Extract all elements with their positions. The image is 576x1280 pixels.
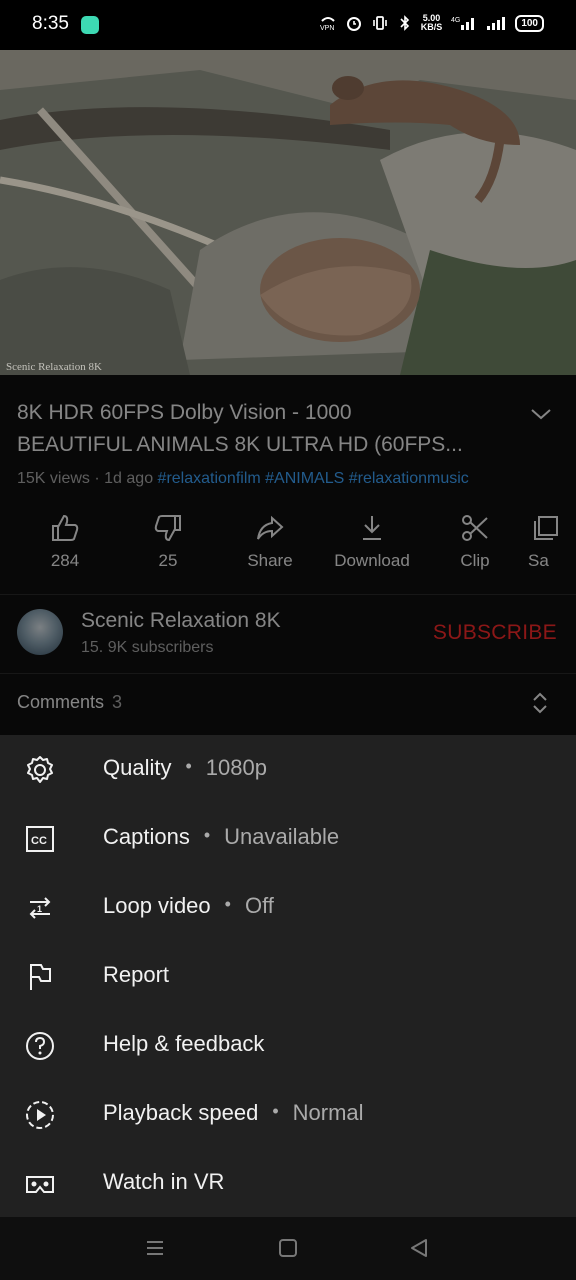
svg-text:1: 1 <box>37 904 42 914</box>
gear-icon <box>27 756 53 783</box>
svg-text:CC: CC <box>31 835 47 847</box>
save-playlist-icon <box>534 516 558 540</box>
help-icon <box>26 1032 54 1060</box>
video-meta: 15K views · 1d ago #relaxationfilm #ANIM… <box>17 470 469 488</box>
divider <box>0 673 576 674</box>
comments-header[interactable]: Comments 3 <box>17 692 122 713</box>
action-bar: 284 25 Share Download Clip Sa <box>0 513 576 583</box>
share-label: Share <box>247 551 293 570</box>
meta-separator: · <box>94 470 105 487</box>
vpn-icon: VPN <box>320 17 335 31</box>
subscriber-count: 15. 9K subscribers <box>81 639 214 656</box>
video-title-line2: BEAUTIFUL ANIMALS 8K ULTRA HD (60FPS... <box>17 433 463 456</box>
save-label: Sa <box>528 551 549 570</box>
view-count: 15K views <box>17 470 90 487</box>
share-icon <box>257 515 284 540</box>
speed-label: Playback speed <box>103 1100 259 1125</box>
status-time: 8:35 <box>32 13 69 34</box>
download-button[interactable]: Download <box>322 513 422 571</box>
comments-label: Comments <box>17 692 105 712</box>
quality-label: Quality <box>103 755 172 780</box>
home-icon[interactable] <box>278 1238 298 1258</box>
video-details: 8K HDR 60FPS Dolby Vision - 1000 BEAUTIF… <box>0 375 576 735</box>
channel-avatar[interactable] <box>17 609 63 655</box>
separator-dot: • <box>272 1101 279 1121</box>
back-icon[interactable] <box>409 1238 429 1258</box>
svg-text:4G: 4G <box>451 17 460 24</box>
chevron-down-icon[interactable] <box>530 407 552 421</box>
menu-label-quality: Quality • 1080p <box>103 755 267 781</box>
flag-icon <box>30 964 51 990</box>
menu-label-help: Help & feedback <box>103 1031 265 1056</box>
status-icons: VPN 5.00 KB/S 4G 100 <box>319 14 544 32</box>
clip-label: Clip <box>460 551 490 570</box>
speed-value: Normal <box>292 1100 364 1125</box>
loop-icon: 1 <box>29 897 51 919</box>
menu-label-loop: Loop video • Off <box>103 893 274 919</box>
loop-value: Off <box>244 893 274 918</box>
menu-icon[interactable] <box>145 1238 165 1258</box>
video-player[interactable]: Scenic Relaxation 8K <box>0 50 576 375</box>
quality-value: 1080p <box>205 755 267 780</box>
separator-dot: • <box>203 825 211 845</box>
playback-speed-icon <box>26 1101 54 1129</box>
video-watermark: Scenic Relaxation 8K <box>6 361 102 373</box>
system-nav-bar <box>0 1217 576 1280</box>
signal-4g-icon: 4G <box>451 17 475 30</box>
closed-captions-icon: CC <box>26 826 54 852</box>
menu-item-captions[interactable]: CC Captions • Unavailable <box>0 804 576 873</box>
dislike-count: 25 <box>158 551 178 570</box>
upload-age: 1d ago <box>104 470 154 487</box>
video-options-sheet: Quality • 1080p CC Captions • Unavailable 1 … <box>0 735 576 1217</box>
menu-item-report[interactable]: Report <box>0 942 576 1011</box>
alarm-icon <box>346 17 361 31</box>
battery-indicator: 100 <box>515 14 544 32</box>
subscribe-button[interactable]: SUBSCRIBE <box>433 621 557 645</box>
dislike-button[interactable]: 25 <box>118 513 218 571</box>
vr-headset-icon <box>26 1176 54 1193</box>
loop-label: Loop video <box>103 893 211 918</box>
download-label: Download <box>334 551 410 570</box>
menu-item-vr[interactable]: Watch in VR <box>0 1149 576 1218</box>
menu-label-captions: Captions • Unavailable <box>103 824 339 850</box>
menu-item-quality[interactable]: Quality • 1080p <box>0 735 576 804</box>
like-button[interactable]: 284 <box>15 513 115 571</box>
clip-button[interactable]: Clip <box>425 513 525 571</box>
captions-value: Unavailable <box>224 824 340 849</box>
bluetooth-icon <box>400 15 409 31</box>
menu-label-report: Report <box>103 962 170 987</box>
signal-icon <box>487 17 506 30</box>
channel-name[interactable]: Scenic Relaxation 8K <box>81 609 281 633</box>
share-button[interactable]: Share <box>220 513 320 571</box>
video-title-line1: 8K HDR 60FPS Dolby Vision - 1000 <box>17 401 352 424</box>
network-speed: 5.00 KB/S <box>421 14 443 32</box>
thumbs-up-icon <box>52 514 79 541</box>
video-frame-image <box>0 50 576 375</box>
menu-item-loop[interactable]: 1 Loop video • Off <box>0 873 576 942</box>
like-count: 284 <box>50 551 80 570</box>
menu-label-vr: Watch in VR <box>103 1169 225 1194</box>
svg-text:VPN: VPN <box>320 25 334 31</box>
divider <box>0 594 576 595</box>
vibrate-icon <box>372 16 387 30</box>
menu-item-help[interactable]: Help & feedback <box>0 1011 576 1080</box>
expand-collapse-icon[interactable] <box>532 692 548 714</box>
network-speed-unit: KB/S <box>420 22 443 32</box>
menu-label-playback-speed: Playback speed • Normal <box>103 1100 364 1126</box>
status-bar: 8:35 VPN 5.00 KB/S 4G 100 <box>0 0 576 50</box>
video-title[interactable]: 8K HDR 60FPS Dolby Vision - 1000 BEAUTIF… <box>17 397 517 461</box>
hashtags[interactable]: #relaxationfilm #ANIMALS #relaxationmusi… <box>158 470 469 487</box>
download-icon <box>363 516 381 540</box>
captions-label: Captions <box>103 824 190 849</box>
save-button[interactable]: Sa <box>528 513 576 571</box>
thumbs-down-icon <box>154 515 181 542</box>
menu-item-playback-speed[interactable]: Playback speed • Normal <box>0 1080 576 1149</box>
separator-dot: • <box>185 756 192 776</box>
comments-count: 3 <box>112 692 123 712</box>
scissors-icon <box>462 515 488 541</box>
separator-dot: • <box>224 894 231 914</box>
chat-app-icon <box>81 16 99 34</box>
